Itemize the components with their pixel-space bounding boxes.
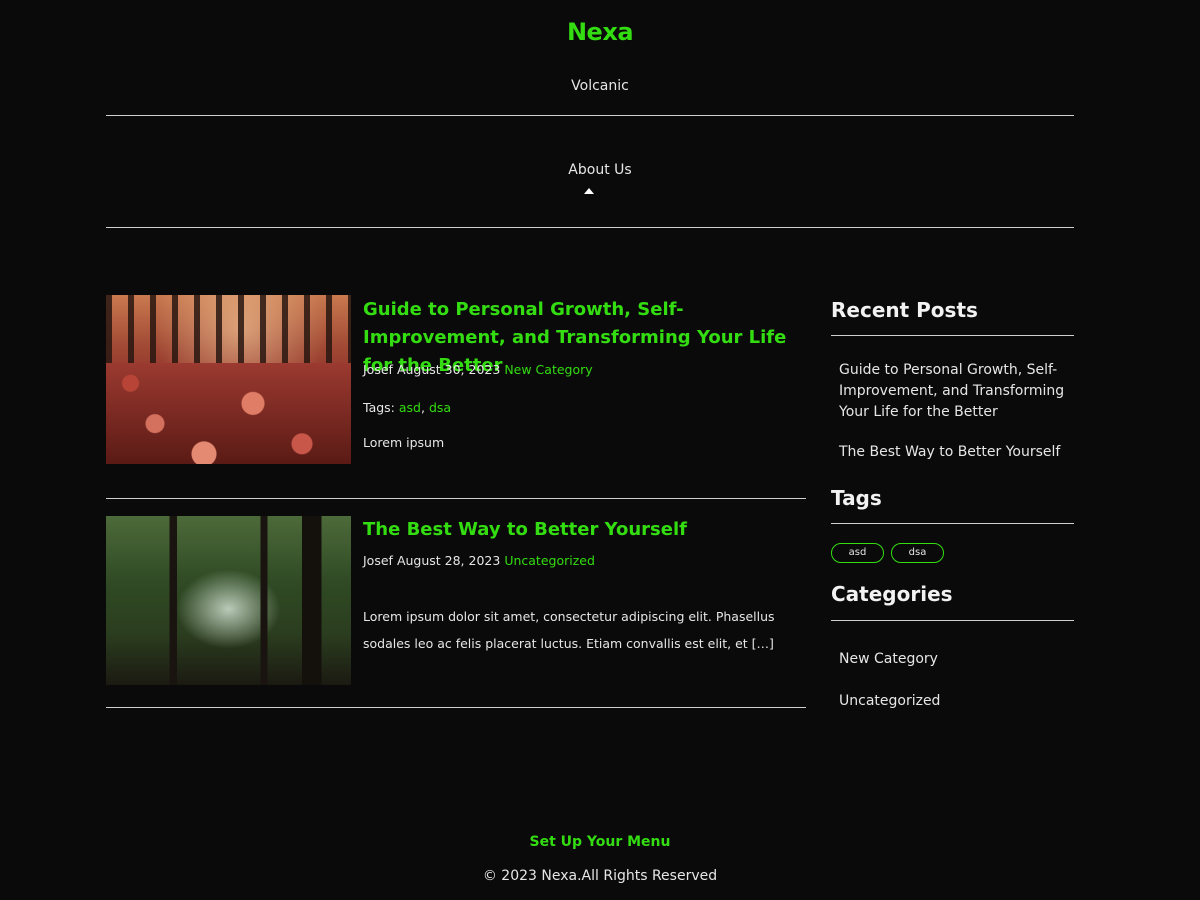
site-title[interactable]: Nexa bbox=[0, 18, 1200, 46]
widget-divider bbox=[831, 620, 1074, 621]
post-tag-link[interactable]: dsa bbox=[429, 400, 451, 415]
post-divider bbox=[106, 498, 806, 499]
post-excerpt: Lorem ipsum dolor sit amet, consectetur … bbox=[363, 609, 775, 651]
post-date[interactable]: August 28, 2023 bbox=[397, 553, 500, 568]
recent-posts-title: Recent Posts bbox=[831, 298, 978, 322]
nav-divider bbox=[106, 227, 1074, 228]
header-divider bbox=[106, 115, 1074, 116]
tag-pill[interactable]: asd bbox=[831, 543, 884, 563]
category-link[interactable]: New Category bbox=[839, 649, 1069, 670]
widget-divider bbox=[831, 523, 1074, 524]
post-meta: Josef August 30, 2023 New Category bbox=[363, 362, 593, 377]
tags-title: Tags bbox=[831, 486, 882, 510]
recent-post-link[interactable]: Guide to Personal Growth, Self-Improveme… bbox=[839, 360, 1069, 423]
post-date[interactable]: August 30, 2023 bbox=[397, 362, 500, 377]
thumbnail-trees bbox=[106, 295, 351, 366]
post-category-link[interactable]: Uncategorized bbox=[504, 553, 595, 568]
post-meta: Josef August 28, 2023 Uncategorized bbox=[363, 553, 595, 568]
widget-divider bbox=[831, 335, 1074, 336]
post-divider bbox=[106, 707, 806, 708]
category-link[interactable]: Uncategorized bbox=[839, 691, 1069, 712]
recent-post-link[interactable]: The Best Way to Better Yourself bbox=[839, 442, 1069, 463]
post-tags-label: Tags: bbox=[363, 400, 395, 415]
post-author[interactable]: Josef bbox=[363, 362, 393, 377]
site-tagline: Volcanic bbox=[571, 78, 629, 94]
post-thumbnail-autumn-leaves[interactable] bbox=[106, 295, 351, 464]
post-author[interactable]: Josef bbox=[363, 553, 393, 568]
nav-item-about-us[interactable]: About Us bbox=[0, 162, 1200, 178]
categories-title: Categories bbox=[831, 582, 953, 606]
post-title-link[interactable]: The Best Way to Better Yourself bbox=[363, 516, 793, 544]
post-tag-link[interactable]: asd bbox=[399, 400, 421, 415]
tag-separator: , bbox=[420, 400, 425, 415]
caret-up-icon bbox=[584, 188, 594, 194]
post-excerpt: Lorem ipsum bbox=[363, 435, 445, 450]
post-category-link[interactable]: New Category bbox=[504, 362, 592, 377]
thumbnail-tree-trunks bbox=[106, 516, 351, 685]
footer-setup-menu-link[interactable]: Set Up Your Menu bbox=[0, 834, 1200, 850]
post-tags: Tags: asd, dsa bbox=[363, 400, 451, 415]
thumbnail-leaves bbox=[106, 362, 351, 464]
tag-pill[interactable]: dsa bbox=[891, 543, 944, 563]
footer-copyright: © 2023 Nexa.All Rights Reserved bbox=[482, 868, 718, 884]
post-thumbnail-forest-lake[interactable] bbox=[106, 516, 351, 685]
